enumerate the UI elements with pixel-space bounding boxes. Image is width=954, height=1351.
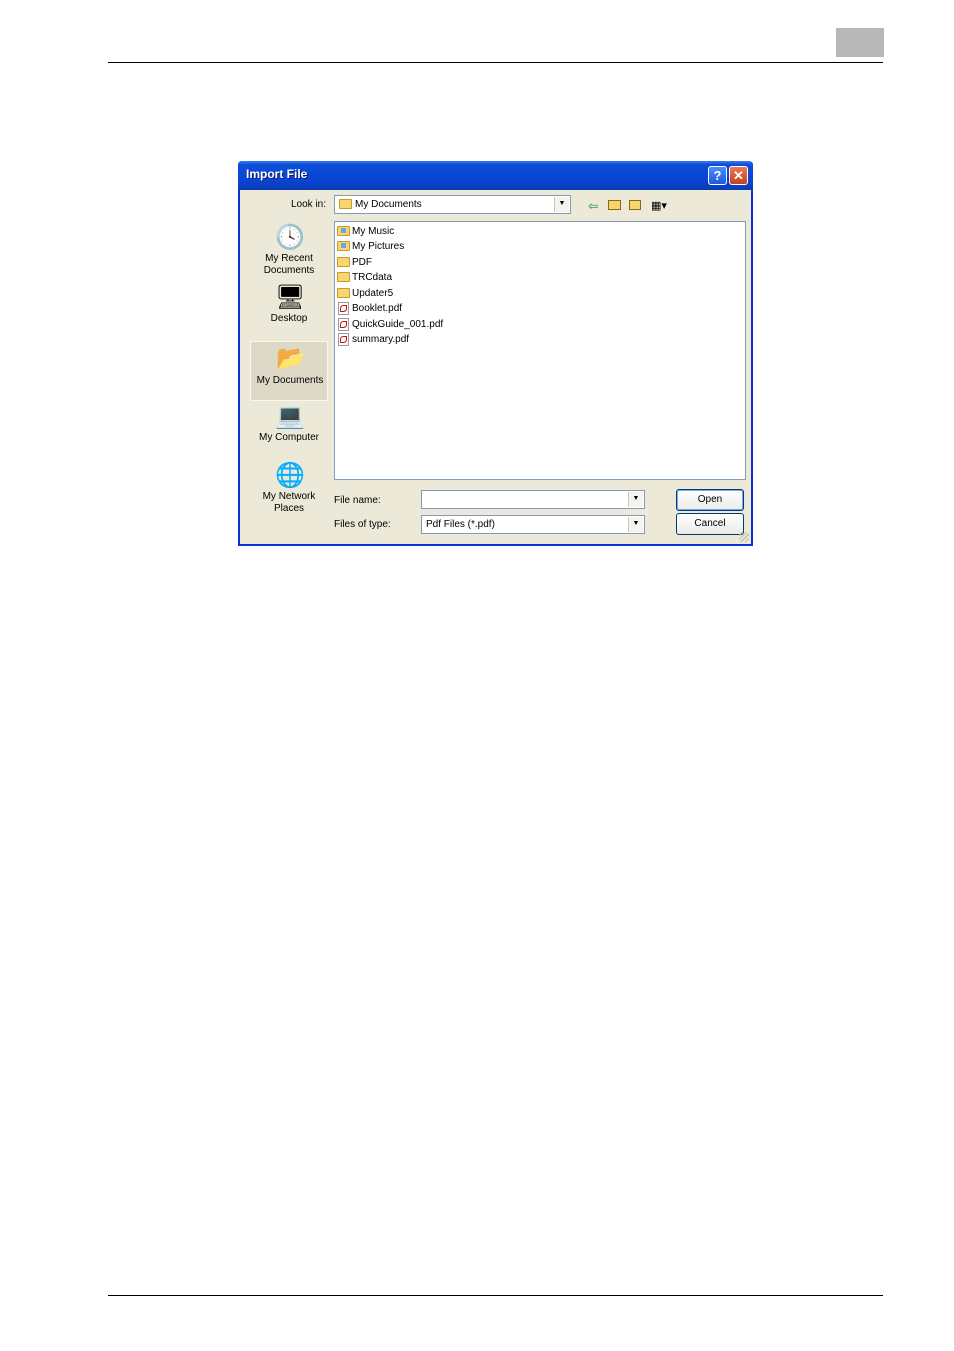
places-bar: 🕓 My Recent Documents 🖥 Desktop 📂 My Doc… bbox=[246, 221, 330, 541]
footer-rule bbox=[108, 1295, 883, 1296]
view-menu-icon[interactable]: ▦▾ bbox=[648, 199, 670, 213]
look-in-select[interactable]: My Documents ▼ bbox=[334, 195, 571, 214]
dialog-title: Import File bbox=[246, 167, 308, 181]
list-item[interactable]: QuickGuide_001.pdf bbox=[337, 317, 443, 331]
folder-icon bbox=[339, 199, 352, 209]
network-places-icon: 🌐 bbox=[275, 461, 305, 489]
open-button[interactable]: Open bbox=[676, 489, 744, 511]
list-item[interactable]: Updater5 bbox=[337, 286, 393, 300]
folder-icon bbox=[337, 288, 350, 298]
list-item[interactable]: PDF bbox=[337, 255, 372, 269]
list-item[interactable]: My Music bbox=[337, 224, 394, 238]
list-item[interactable]: Booklet.pdf bbox=[337, 301, 402, 315]
place-desktop[interactable]: 🖥 Desktop bbox=[250, 283, 328, 341]
chevron-down-icon[interactable]: ▼ bbox=[628, 492, 643, 507]
header-rule bbox=[108, 62, 883, 63]
my-documents-icon: 📂 bbox=[276, 344, 306, 372]
file-list[interactable]: My Music My Pictures PDF TRCdata Updater… bbox=[334, 221, 746, 480]
place-my-computer[interactable]: 💻 My Computer bbox=[250, 402, 328, 460]
title-bar[interactable]: Import File ? ✕ bbox=[238, 161, 753, 190]
look-in-value: My Documents bbox=[355, 199, 422, 210]
list-item[interactable]: TRCdata bbox=[337, 270, 392, 284]
file-name-label: File name: bbox=[334, 495, 381, 506]
folder-icon bbox=[337, 226, 350, 236]
look-in-label: Look in: bbox=[291, 199, 327, 210]
resize-grip[interactable] bbox=[739, 532, 749, 542]
place-my-recent-documents[interactable]: 🕓 My Recent Documents bbox=[250, 223, 328, 281]
chevron-down-icon[interactable]: ▼ bbox=[554, 197, 569, 212]
import-file-dialog: Import File ? ✕ Look in: My Documents ▼ … bbox=[238, 161, 753, 546]
place-my-network-places[interactable]: 🌐 My Network Places bbox=[250, 461, 328, 519]
pdf-file-icon bbox=[338, 332, 349, 346]
page-tab-marker bbox=[836, 28, 884, 57]
cancel-button[interactable]: Cancel bbox=[676, 513, 744, 535]
file-name-input[interactable]: ▼ bbox=[421, 490, 645, 509]
pdf-file-icon bbox=[338, 301, 349, 315]
pdf-file-icon bbox=[338, 317, 349, 331]
up-folder-icon[interactable] bbox=[606, 199, 622, 213]
help-button[interactable]: ? bbox=[708, 166, 727, 185]
list-item[interactable]: summary.pdf bbox=[337, 332, 409, 346]
folder-icon bbox=[337, 272, 350, 282]
back-icon[interactable]: ⇦ bbox=[585, 199, 601, 213]
files-of-type-label: Files of type: bbox=[334, 519, 391, 530]
place-my-documents[interactable]: 📂 My Documents bbox=[250, 341, 328, 401]
chevron-down-icon[interactable]: ▼ bbox=[628, 517, 643, 532]
list-item[interactable]: My Pictures bbox=[337, 239, 404, 253]
desktop-icon: 🖥 bbox=[275, 283, 306, 311]
new-folder-icon[interactable] bbox=[627, 199, 643, 213]
folder-icon bbox=[337, 241, 350, 251]
files-of-type-select[interactable]: Pdf Files (*.pdf) ▼ bbox=[421, 515, 645, 534]
folder-icon bbox=[337, 257, 350, 267]
my-computer-icon: 💻 bbox=[275, 402, 305, 430]
close-button[interactable]: ✕ bbox=[729, 166, 748, 185]
recent-documents-icon: 🕓 bbox=[275, 223, 305, 251]
